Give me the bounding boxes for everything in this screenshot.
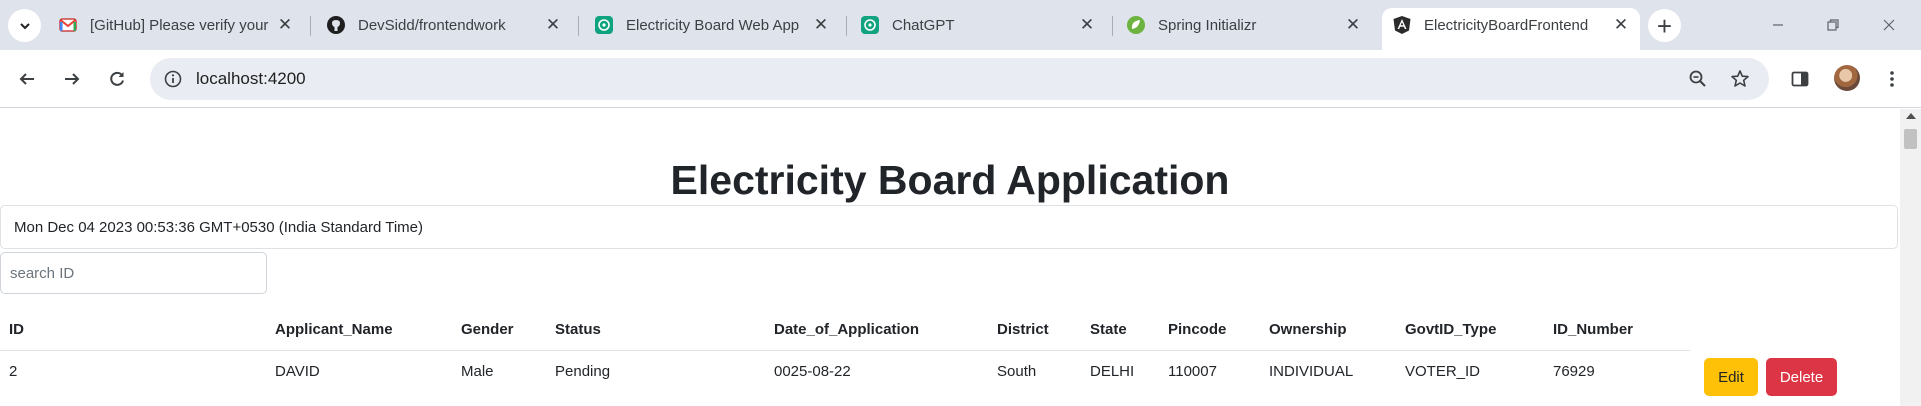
table-row: 2 DAVID Male Pending 0025-08-22 South DE… xyxy=(0,350,1690,392)
datetime-card: Mon Dec 04 2023 00:53:36 GMT+0530 (India… xyxy=(0,205,1898,249)
applications-table: ID Applicant_Name Gender Status Date_of_… xyxy=(0,310,1690,392)
column-header-id-number: ID_Number xyxy=(1544,310,1690,351)
github-icon xyxy=(326,15,346,35)
cell-date-of-application: 0025-08-22 xyxy=(774,362,851,380)
column-header-date-of-application: Date_of_Application xyxy=(765,310,988,351)
reload-button[interactable] xyxy=(101,63,133,95)
tab-title: [GitHub] Please verify your xyxy=(90,16,269,34)
tab-title: ElectricityBoardFrontend xyxy=(1424,16,1589,34)
tab-divider xyxy=(578,16,579,36)
angular-icon xyxy=(1392,15,1412,35)
chevron-down-icon xyxy=(19,22,30,29)
cell-pincode: 110007 xyxy=(1168,362,1217,380)
side-panel-icon[interactable] xyxy=(1786,65,1814,93)
page-title: Electricity Board Application xyxy=(670,157,1230,203)
scroll-thumb[interactable] xyxy=(1904,129,1917,149)
tab-divider xyxy=(310,16,311,36)
tab-title: ChatGPT xyxy=(892,16,955,34)
tab-chatgpt[interactable]: ChatGPT ✕ xyxy=(860,8,1098,42)
tab-electricity-board-frontend[interactable]: ElectricityBoardFrontend ✕ xyxy=(1382,8,1640,50)
cell-district: South xyxy=(997,362,1037,380)
column-header-govtid-type: GovtID_Type xyxy=(1396,310,1544,351)
profile-avatar[interactable] xyxy=(1834,65,1860,91)
site-info-icon[interactable] xyxy=(162,68,184,90)
column-header-applicant-name: Applicant_Name xyxy=(266,310,452,351)
tab-title: Spring Initializr xyxy=(1158,16,1257,34)
cell-applicant-name: DAVID xyxy=(275,362,320,380)
close-icon[interactable]: ✕ xyxy=(1610,14,1632,36)
spring-icon xyxy=(1126,15,1146,35)
minimize-icon[interactable] xyxy=(1765,12,1791,38)
column-header-ownership: Ownership xyxy=(1260,310,1396,351)
tab-search-button[interactable] xyxy=(8,9,41,42)
close-icon[interactable]: ✕ xyxy=(1076,14,1098,36)
page-scrollbar[interactable] xyxy=(1900,109,1921,406)
gmail-icon xyxy=(58,15,78,35)
restore-icon[interactable] xyxy=(1820,12,1846,38)
tab-title: Electricity Board Web App xyxy=(626,16,800,34)
cell-ownership: INDIVIDUAL xyxy=(1269,362,1354,380)
cell-id: 2 xyxy=(9,362,18,380)
chatgpt-icon xyxy=(860,15,880,35)
cell-state: DELHI xyxy=(1090,362,1135,380)
tab-title: DevSidd/frontendwork xyxy=(358,16,506,34)
column-header-pincode: Pincode xyxy=(1159,310,1260,351)
cell-govtid-type: VOTER_ID xyxy=(1405,362,1481,380)
column-header-gender: Gender xyxy=(452,310,546,351)
arrow-right-icon xyxy=(65,73,80,85)
reload-icon xyxy=(110,71,124,86)
tab-github[interactable]: DevSidd/frontendwork ✕ xyxy=(326,8,564,42)
column-header-status: Status xyxy=(546,310,765,351)
tab-gmail[interactable]: [GitHub] Please verify your ✕ xyxy=(58,8,296,42)
cell-status: Pending xyxy=(555,362,611,380)
table-header-row: ID Applicant_Name Gender Status Date_of_… xyxy=(0,310,1690,351)
menu-kebab-icon[interactable] xyxy=(1878,65,1906,93)
bookmark-star-icon[interactable] xyxy=(1728,67,1752,91)
url-text[interactable]: localhost:4200 xyxy=(196,69,306,89)
tab-divider xyxy=(846,16,847,36)
chatgpt-icon xyxy=(594,15,614,35)
cell-id-number: 76929 xyxy=(1553,362,1595,380)
tab-spring-initializr[interactable]: Spring Initializr ✕ xyxy=(1126,8,1364,42)
column-header-district: District xyxy=(988,310,1081,351)
delete-button[interactable]: Delete xyxy=(1766,358,1837,396)
search-id-input[interactable] xyxy=(0,252,267,294)
close-icon[interactable]: ✕ xyxy=(542,14,564,36)
browser-toolbar: localhost:4200 xyxy=(0,50,1921,108)
tab-strip: [GitHub] Please verify your ✕ DevSidd/fr… xyxy=(0,0,1921,50)
tab-divider xyxy=(1112,16,1113,36)
current-datetime: Mon Dec 04 2023 00:53:36 GMT+0530 (India… xyxy=(14,219,423,236)
close-icon[interactable]: ✕ xyxy=(1342,14,1364,36)
arrow-left-icon xyxy=(19,73,34,85)
forward-button[interactable] xyxy=(56,63,88,95)
page-content: Electricity Board Application Mon Dec 04… xyxy=(0,109,1921,406)
tab-electricity-web-app[interactable]: Electricity Board Web App ✕ xyxy=(594,8,832,42)
edit-button[interactable]: Edit xyxy=(1704,358,1758,396)
scroll-up-arrow-icon[interactable] xyxy=(1906,113,1916,119)
close-icon[interactable]: ✕ xyxy=(274,14,296,36)
back-button[interactable] xyxy=(11,63,43,95)
cell-gender: Male xyxy=(461,362,494,380)
close-icon[interactable]: ✕ xyxy=(810,14,832,36)
new-tab-button[interactable]: + xyxy=(1648,9,1681,42)
window-close-icon[interactable] xyxy=(1876,12,1902,38)
zoom-icon[interactable] xyxy=(1686,67,1710,91)
column-header-state: State xyxy=(1081,310,1159,351)
address-bar[interactable]: localhost:4200 xyxy=(150,58,1769,100)
column-header-id: ID xyxy=(0,310,266,351)
